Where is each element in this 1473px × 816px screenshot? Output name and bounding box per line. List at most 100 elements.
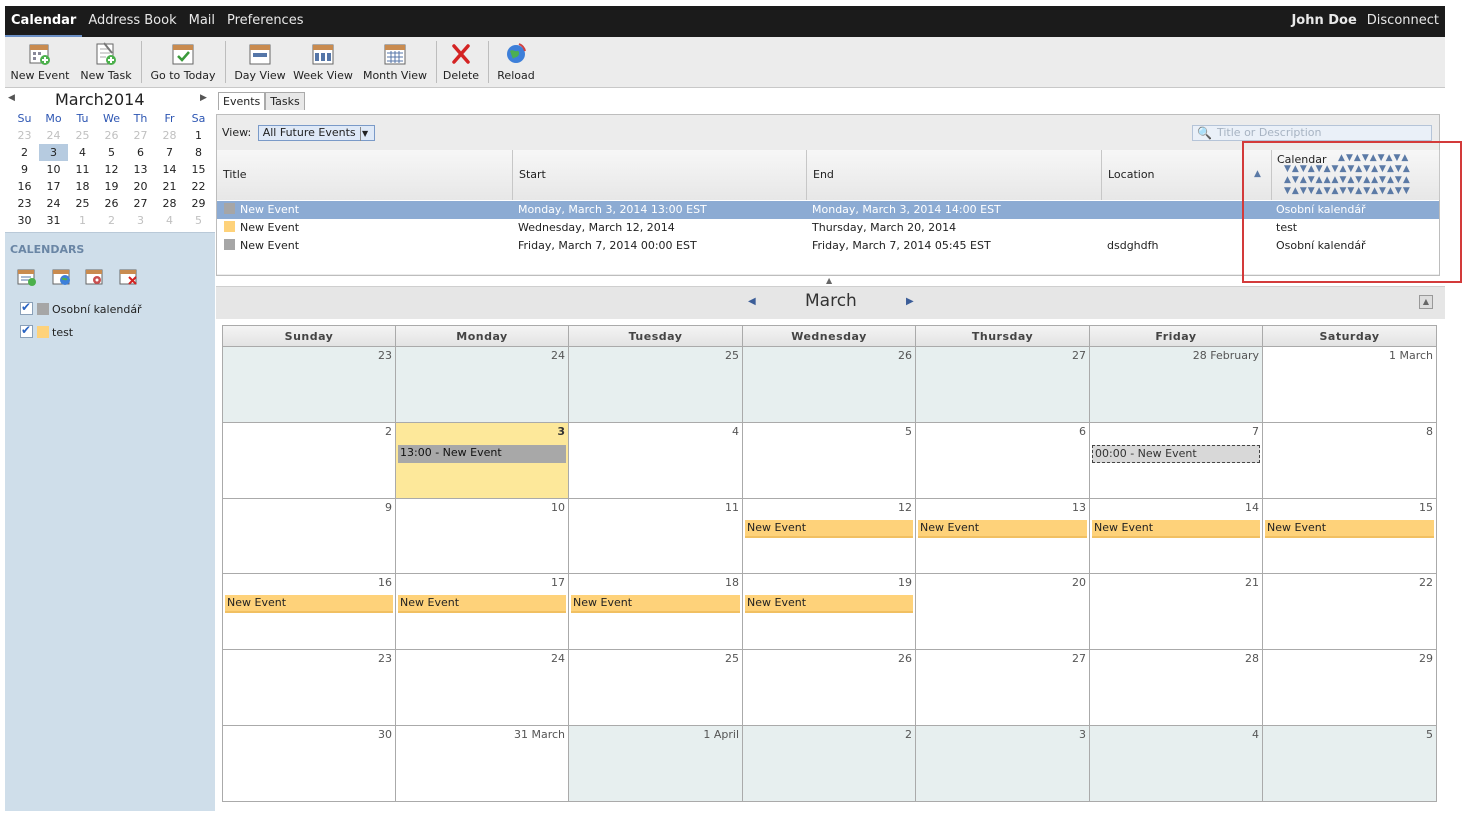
week-view-button[interactable]: Week View xyxy=(292,41,354,87)
tab-tasks[interactable]: Tasks xyxy=(265,92,305,110)
day-cell[interactable]: 29 xyxy=(1263,650,1436,726)
mini-day[interactable]: 2 xyxy=(10,144,39,161)
day-cell[interactable]: 28 February xyxy=(1090,347,1263,423)
mini-day[interactable]: 1 xyxy=(68,212,97,229)
checkbox-icon[interactable] xyxy=(20,299,33,315)
day-cell[interactable]: 8 xyxy=(1263,423,1436,499)
tab-events[interactable]: Events xyxy=(218,92,266,110)
mini-day[interactable]: 23 xyxy=(10,195,39,212)
mini-day[interactable]: 4 xyxy=(155,212,184,229)
go-to-today-button[interactable]: Go to Today xyxy=(148,41,218,87)
prev-month-icon[interactable]: ◀ xyxy=(748,296,756,307)
new-task-button[interactable]: New Task xyxy=(78,41,134,87)
day-cell[interactable]: 10 xyxy=(396,499,569,574)
calendar-item-test[interactable]: test xyxy=(20,322,73,341)
calendar-event[interactable]: New Event xyxy=(745,520,913,538)
mini-day[interactable]: 10 xyxy=(39,161,68,178)
mini-day[interactable]: 17 xyxy=(39,178,68,195)
mini-day[interactable]: 20 xyxy=(126,178,155,195)
day-cell[interactable]: 3 xyxy=(916,726,1090,801)
mini-day[interactable]: 5 xyxy=(97,144,126,161)
mini-day[interactable]: 27 xyxy=(126,127,155,144)
mini-day[interactable]: 23 xyxy=(10,127,39,144)
mini-day[interactable]: 24 xyxy=(39,195,68,212)
day-cell[interactable]: 26 xyxy=(743,650,916,726)
day-cell[interactable]: 23 xyxy=(223,347,396,423)
subscribe-calendar-icon[interactable] xyxy=(52,268,72,286)
calendar-settings-icon[interactable] xyxy=(85,268,105,286)
day-cell[interactable]: 16 New Event xyxy=(223,574,396,650)
calendar-event[interactable]: New Event xyxy=(918,520,1087,538)
day-cell[interactable]: 28 xyxy=(1090,650,1263,726)
day-cell[interactable]: 7 00:00 - New Event xyxy=(1090,423,1263,499)
next-month-arrow-icon[interactable]: ▶ xyxy=(200,93,207,103)
view-select[interactable]: All Future Events ▼ xyxy=(257,125,375,141)
day-cell[interactable]: 26 xyxy=(743,347,916,423)
day-cell[interactable]: 30 xyxy=(223,726,396,801)
day-cell[interactable]: 21 xyxy=(1090,574,1263,650)
day-cell[interactable]: 25 xyxy=(569,347,743,423)
mini-day-selected[interactable]: 3 xyxy=(39,144,68,161)
calendar-item-osobni[interactable]: Osobní kalendář xyxy=(20,299,142,318)
day-cell[interactable]: 2 xyxy=(743,726,916,801)
day-cell[interactable]: 5 xyxy=(743,423,916,499)
nav-calendar[interactable]: Calendar xyxy=(5,6,83,37)
column-header-end[interactable]: End xyxy=(807,150,1102,200)
day-cell[interactable]: 12 New Event xyxy=(743,499,916,574)
calendar-event[interactable]: New Event xyxy=(398,595,566,613)
calendar-event[interactable]: New Event xyxy=(745,595,913,613)
mini-day[interactable]: 6 xyxy=(126,144,155,161)
column-header-title[interactable]: Title xyxy=(217,150,513,200)
day-cell[interactable]: 18 New Event xyxy=(569,574,743,650)
mini-day[interactable]: 25 xyxy=(68,195,97,212)
mini-day[interactable]: 24 xyxy=(39,127,68,144)
day-cell[interactable]: 27 xyxy=(916,347,1090,423)
mini-day[interactable]: 8 xyxy=(184,144,213,161)
day-cell[interactable]: 17 New Event xyxy=(396,574,569,650)
day-cell[interactable]: 9 xyxy=(223,499,396,574)
nav-mail[interactable]: Mail xyxy=(183,6,221,37)
day-cell[interactable]: 14 New Event xyxy=(1090,499,1263,574)
splitter-handle-icon[interactable]: ▲ xyxy=(826,276,832,285)
mini-day[interactable]: 4 xyxy=(68,144,97,161)
day-cell-today[interactable]: 3 13:00 - New Event xyxy=(396,423,569,499)
calendar-event[interactable]: 00:00 - New Event xyxy=(1092,445,1260,463)
day-cell[interactable]: 4 xyxy=(569,423,743,499)
day-cell[interactable]: 22 xyxy=(1263,574,1436,650)
day-cell[interactable]: 1 April xyxy=(569,726,743,801)
mini-day[interactable]: 26 xyxy=(97,127,126,144)
day-cell[interactable]: 20 xyxy=(916,574,1090,650)
mini-day[interactable]: 28 xyxy=(155,195,184,212)
day-cell[interactable]: 25 xyxy=(569,650,743,726)
disconnect-link[interactable]: Disconnect xyxy=(1367,13,1439,28)
collapse-icon[interactable]: ▲ xyxy=(1419,295,1433,309)
nav-preferences[interactable]: Preferences xyxy=(221,6,309,37)
day-cell[interactable]: 24 xyxy=(396,347,569,423)
search-input[interactable]: 🔍 Title or Description xyxy=(1192,125,1432,141)
mini-day[interactable]: 16 xyxy=(10,178,39,195)
mini-day[interactable]: 25 xyxy=(68,127,97,144)
mini-day[interactable]: 15 xyxy=(184,161,213,178)
month-view-button[interactable]: Month View xyxy=(361,41,429,87)
day-cell[interactable]: 5 xyxy=(1263,726,1436,801)
add-calendar-icon[interactable] xyxy=(17,268,37,286)
mini-day[interactable]: 26 xyxy=(97,195,126,212)
day-cell[interactable]: 1 March xyxy=(1263,347,1436,423)
mini-day[interactable]: 31 xyxy=(39,212,68,229)
day-cell[interactable]: 23 xyxy=(223,650,396,726)
mini-day[interactable]: 7 xyxy=(155,144,184,161)
checkbox-icon[interactable] xyxy=(20,322,33,338)
calendar-event[interactable]: New Event xyxy=(571,595,740,613)
mini-day[interactable]: 14 xyxy=(155,161,184,178)
day-view-button[interactable]: Day View xyxy=(232,41,288,87)
mini-day[interactable]: 29 xyxy=(184,195,213,212)
mini-day[interactable]: 11 xyxy=(68,161,97,178)
reload-button[interactable]: Reload xyxy=(495,41,537,87)
column-header-start[interactable]: Start xyxy=(513,150,807,200)
mini-day[interactable]: 12 xyxy=(97,161,126,178)
day-cell[interactable]: 31 March xyxy=(396,726,569,801)
mini-day[interactable]: 18 xyxy=(68,178,97,195)
calendar-event[interactable]: New Event xyxy=(1092,520,1260,538)
mini-day[interactable]: 28 xyxy=(155,127,184,144)
nav-address-book[interactable]: Address Book xyxy=(82,6,182,37)
